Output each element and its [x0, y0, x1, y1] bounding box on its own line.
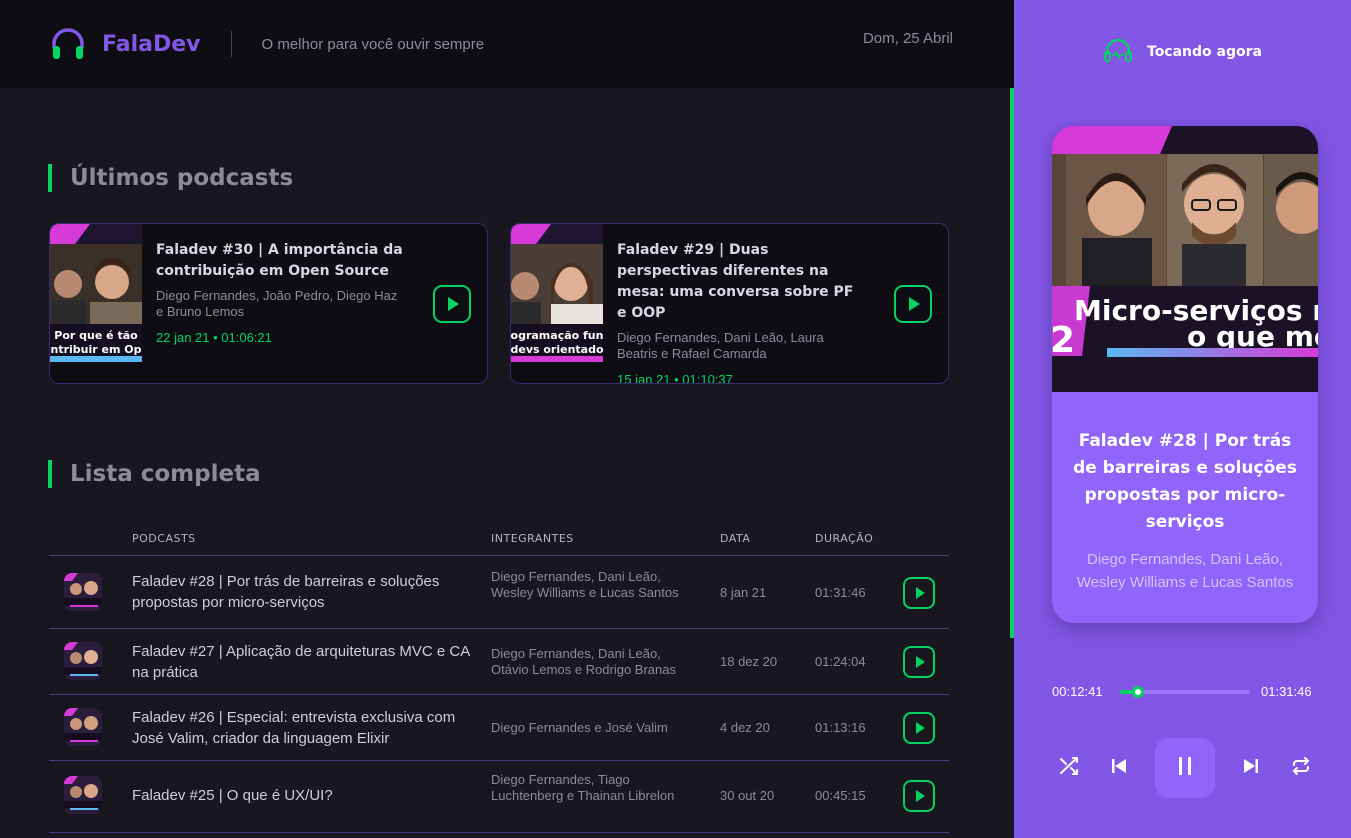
- thumbnail-caption: devs orientado: [511, 343, 603, 356]
- row-title[interactable]: Faladev #28 | Por trás de barreiras e so…: [132, 571, 472, 613]
- row-thumbnail: [64, 642, 102, 680]
- podcast-thumbnail: ogramação fun devs orientado: [511, 224, 603, 383]
- current-time: 00:12:41: [1052, 684, 1103, 699]
- episode-members: Diego Fernandes, Dani Leão, Wesley Willi…: [1076, 551, 1294, 591]
- current-date: Dom, 25 Abril: [862, 30, 953, 47]
- header-divider: [230, 31, 232, 57]
- row-thumbnail: [64, 708, 102, 746]
- row-date: 30 out 20: [720, 788, 775, 803]
- repeat-icon: [1290, 755, 1312, 782]
- play-icon: [916, 790, 925, 802]
- table-row[interactable]: Faladev #25 | O que é UX/UI? Diego Ferna…: [49, 761, 949, 833]
- table-header: PODCASTS INTEGRANTES DATA DURAÇÃO: [49, 524, 949, 556]
- podcast-title[interactable]: Faladev #30 | A importância da contribui…: [156, 240, 406, 282]
- play-icon: [916, 656, 925, 668]
- skip-back-icon: [1109, 756, 1129, 781]
- column-duration: DURAÇÃO: [815, 532, 874, 545]
- play-button[interactable]: [433, 285, 471, 323]
- podcast-meta: 22 jan 21 • 01:06:21: [156, 330, 272, 345]
- row-title[interactable]: Faladev #25 | O que é UX/UI?: [132, 785, 472, 806]
- play-button[interactable]: [894, 285, 932, 323]
- row-date: 18 dez 20: [720, 654, 778, 669]
- shuffle-icon: [1058, 755, 1080, 782]
- tagline: O melhor para você ouvir sempre: [261, 35, 485, 53]
- now-playing-card: Micro-serviços re o que me 2 Faladev #28…: [1052, 126, 1318, 623]
- episode-cover: Micro-serviços re o que me 2: [1052, 126, 1318, 392]
- row-duration: 01:31:46: [815, 585, 866, 600]
- shuffle-button[interactable]: [1056, 755, 1082, 781]
- row-members: Diego Fernandes e José Valim: [491, 720, 668, 735]
- headphones-icon: [1103, 38, 1133, 66]
- play-button[interactable]: [903, 780, 935, 812]
- previous-button[interactable]: [1106, 755, 1132, 781]
- play-button[interactable]: [903, 646, 935, 678]
- row-members: Diego Fernandes, Dani Leão, Wesley Willi…: [491, 569, 679, 600]
- row-thumbnail: [64, 776, 102, 814]
- podcast-duration: 01:10:37: [682, 372, 733, 384]
- row-members: Diego Fernandes, Dani Leão, Otávio Lemos…: [491, 646, 676, 677]
- pause-button[interactable]: [1155, 738, 1215, 798]
- app-header: FalaDev O melhor para você ouvir sempre …: [0, 0, 1014, 88]
- row-thumbnail: [64, 573, 102, 611]
- table-row[interactable]: Faladev #27 | Aplicação de arquiteturas …: [49, 629, 949, 695]
- play-icon: [916, 722, 925, 734]
- thumbnail-caption: ogramação fun: [511, 329, 603, 342]
- skip-forward-icon: [1241, 756, 1261, 781]
- podcast-duration: 01:06:21: [221, 330, 272, 345]
- headphones-logo-icon: [50, 26, 86, 62]
- column-date: DATA: [720, 532, 751, 545]
- column-podcasts: PODCASTS: [132, 532, 196, 545]
- podcast-title[interactable]: Faladev #29 | Duas perspectivas diferent…: [617, 240, 867, 324]
- episode-title: Faladev #28 | Por trás de barreiras e so…: [1073, 431, 1297, 532]
- row-duration: 00:45:15: [815, 788, 866, 803]
- play-icon: [909, 297, 920, 311]
- latest-podcasts-title: Últimos podcasts: [48, 164, 293, 192]
- full-list-title: Lista completa: [48, 460, 261, 488]
- progress-handle[interactable]: [1132, 686, 1145, 698]
- podcast-card[interactable]: Por que é tão ntribuir em Op Faladev #30…: [49, 223, 488, 384]
- play-icon: [448, 297, 459, 311]
- play-button[interactable]: [903, 577, 935, 609]
- now-playing-header: Tocando agora: [1014, 38, 1351, 66]
- podcast-card[interactable]: ogramação fun devs orientado Faladev #29…: [510, 223, 949, 384]
- podcast-date: 15 jan 21: [617, 372, 671, 384]
- podcast-date: 22 jan 21: [156, 330, 210, 345]
- brand-name[interactable]: FalaDev: [102, 32, 201, 57]
- row-title[interactable]: Faladev #26 | Especial: entrevista exclu…: [132, 707, 472, 749]
- row-date: 8 jan 21: [720, 585, 767, 600]
- table-row[interactable]: Faladev #26 | Especial: entrevista exclu…: [49, 695, 949, 761]
- play-button[interactable]: [903, 712, 935, 744]
- pause-icon: [1176, 755, 1194, 782]
- cover-number: 2: [1052, 320, 1075, 361]
- row-duration: 01:24:04: [815, 654, 866, 669]
- player-panel: Tocando agora Micro-serviços re o que m …: [1014, 0, 1351, 838]
- table-row[interactable]: Faladev #28 | Por trás de barreiras e so…: [49, 557, 949, 629]
- row-title[interactable]: Faladev #27 | Aplicação de arquiteturas …: [132, 641, 472, 683]
- podcast-thumbnail: Por que é tão ntribuir em Op: [50, 224, 142, 383]
- podcast-meta: 15 jan 21 • 01:10:37: [617, 372, 867, 384]
- thumbnail-caption: Por que é tão: [54, 329, 138, 342]
- row-date: 4 dez 20: [720, 720, 770, 735]
- thumbnail-caption: ntribuir em Op: [51, 343, 142, 356]
- now-playing-label: Tocando agora: [1147, 44, 1262, 60]
- progress-slider[interactable]: [1120, 686, 1250, 698]
- total-time: 01:31:46: [1261, 684, 1312, 699]
- row-members: Diego Fernandes, Tiago Luchtenberg e Tha…: [491, 772, 675, 803]
- row-duration: 01:13:16: [815, 720, 866, 735]
- play-icon: [916, 587, 925, 599]
- next-button[interactable]: [1238, 755, 1264, 781]
- podcast-members: Diego Fernandes, Dani Leão, Laura Beatri…: [617, 330, 824, 361]
- repeat-button[interactable]: [1288, 755, 1314, 781]
- column-members: INTEGRANTES: [491, 532, 574, 545]
- podcast-members: Diego Fernandes, João Pedro, Diego Haz e…: [156, 288, 398, 319]
